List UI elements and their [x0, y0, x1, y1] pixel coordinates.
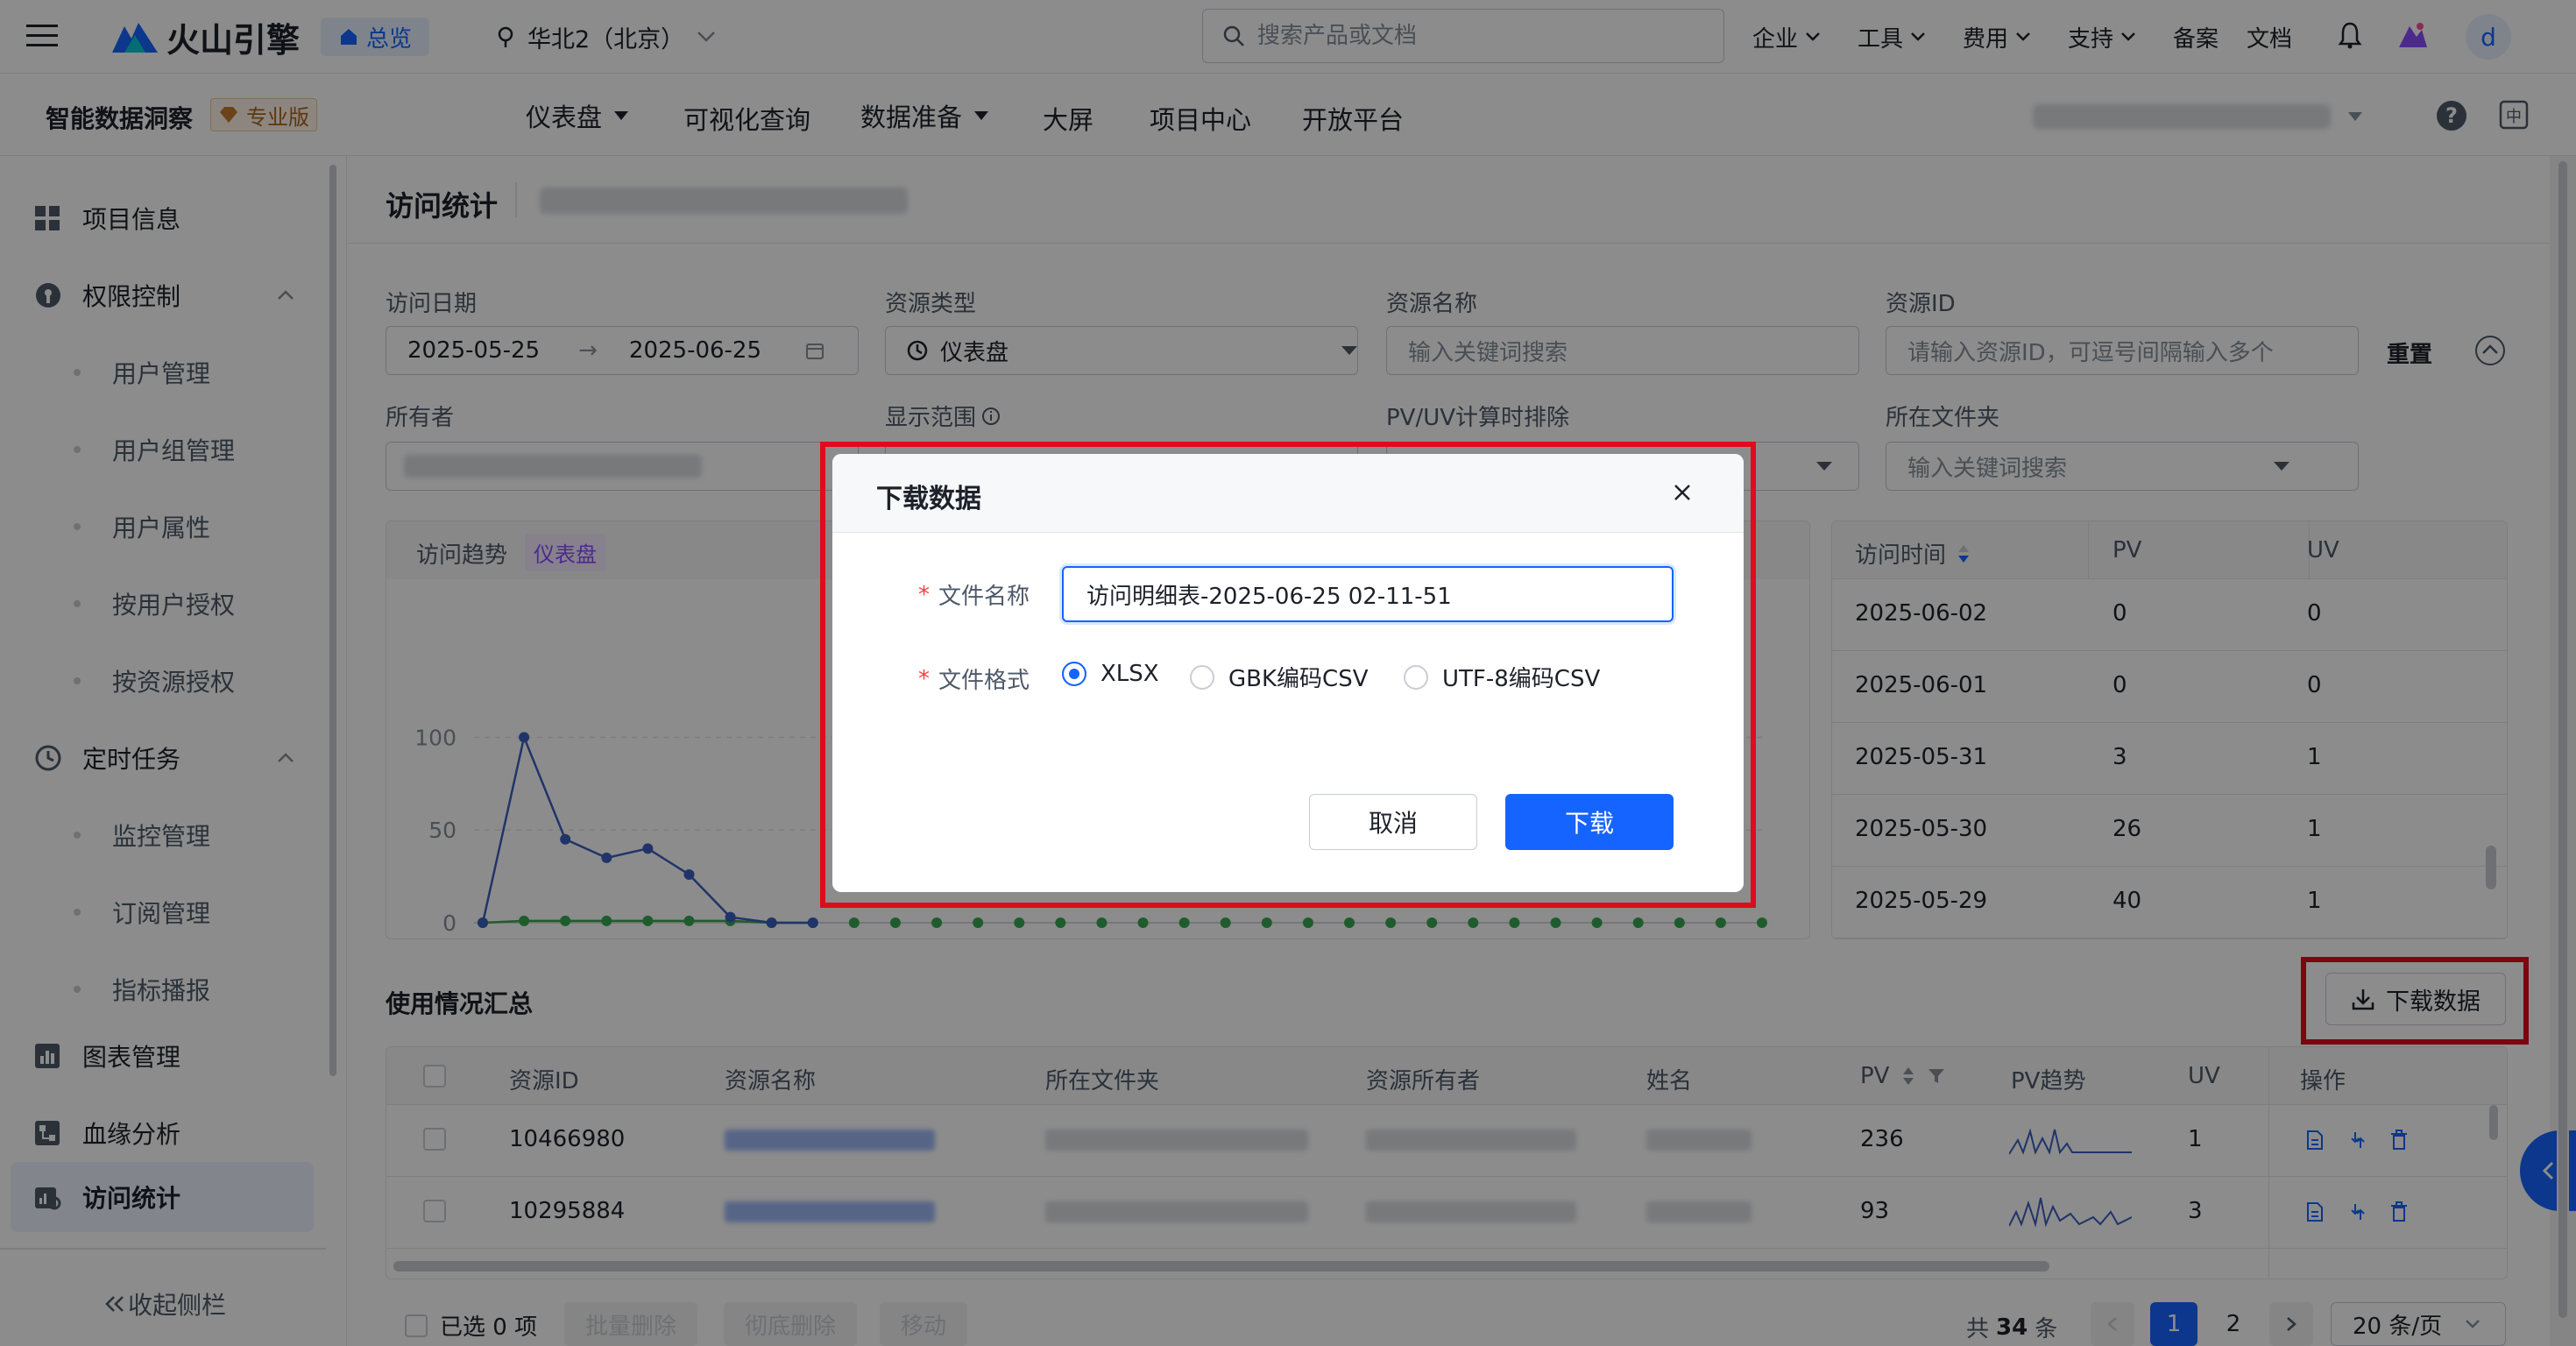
radio-gbk-csv[interactable]	[1190, 664, 1214, 690]
download-data-dialog: 下载数据 * 文件名称 * 文件格式 XLSX GBK编码CSV UTF-8编码CS…	[832, 454, 1744, 892]
file-name-label: * 文件名称	[918, 578, 1030, 611]
format-option-utf8-csv[interactable]: UTF-8编码CSV	[1404, 661, 1600, 693]
format-gbk-csv-label: GBK编码CSV	[1228, 666, 1369, 692]
required-mark: *	[918, 581, 930, 608]
required-mark: *	[918, 665, 930, 692]
cancel-button[interactable]: 取消	[1309, 794, 1477, 850]
file-name-input[interactable]	[1062, 566, 1674, 622]
download-label: 下载	[1564, 809, 1614, 838]
download-button[interactable]: 下载	[1505, 794, 1674, 850]
file-name-label-text: 文件名称	[938, 584, 1030, 610]
close-icon[interactable]	[1672, 482, 1693, 503]
format-option-xlsx[interactable]: XLSX	[1062, 661, 1159, 687]
file-format-label-text: 文件格式	[938, 668, 1030, 694]
format-xlsx-label: XLSX	[1100, 661, 1159, 687]
format-option-gbk-csv[interactable]: GBK编码CSV	[1190, 661, 1368, 693]
dialog-title: 下载数据	[876, 484, 981, 514]
file-format-label: * 文件格式	[918, 662, 1030, 695]
radio-utf8-csv[interactable]	[1404, 664, 1428, 690]
cancel-label: 取消	[1368, 809, 1418, 838]
radio-xlsx[interactable]	[1062, 662, 1086, 686]
format-utf8-csv-label: UTF-8编码CSV	[1442, 666, 1601, 692]
